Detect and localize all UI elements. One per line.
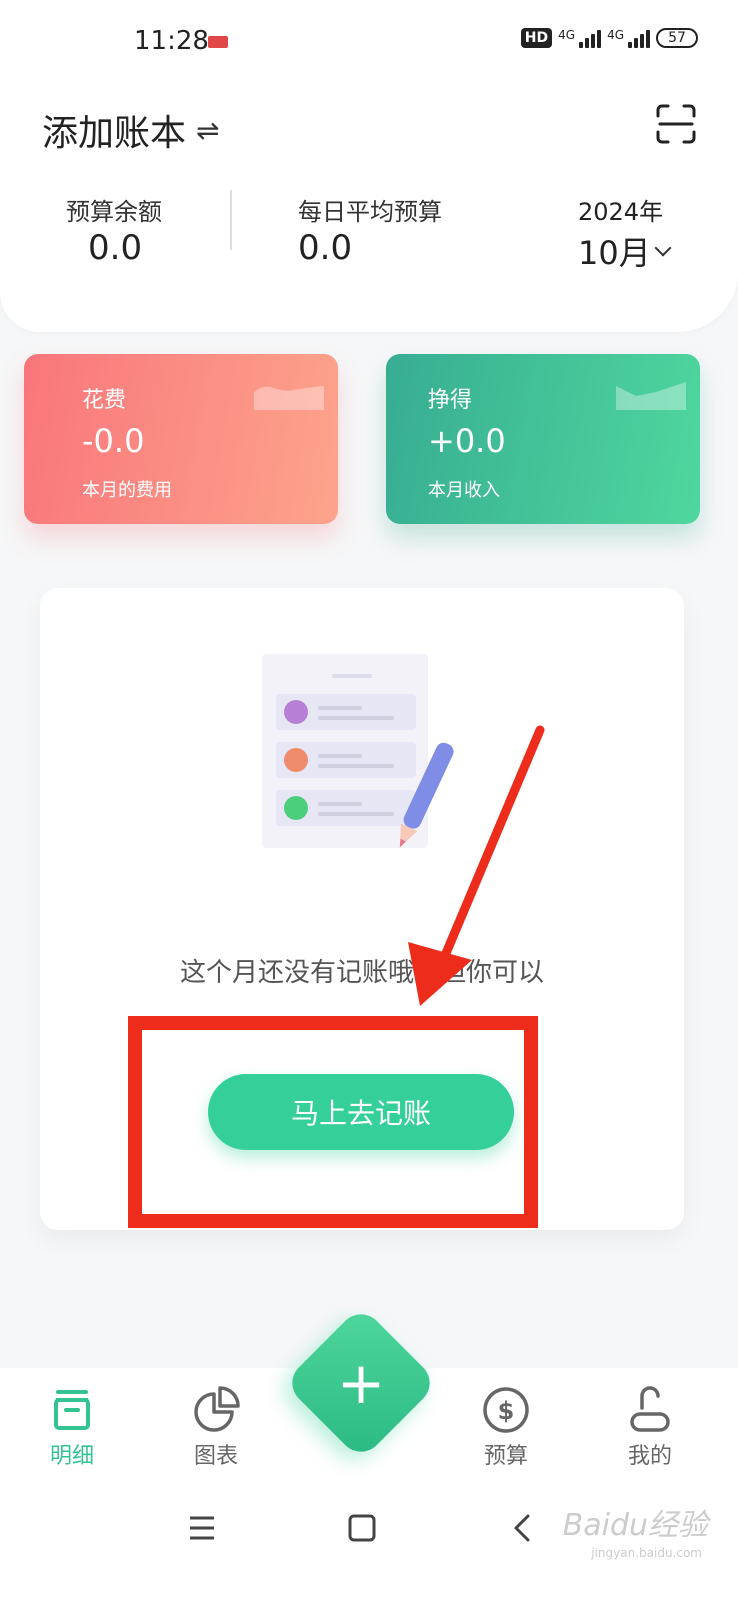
nav-item-charts[interactable]: 图表 (166, 1384, 266, 1470)
income-subtitle: 本月收入 (428, 480, 500, 501)
expense-value: -0.0 (82, 422, 145, 460)
network-label-2: 4G (607, 28, 624, 42)
daily-average-value: 0.0 (298, 228, 353, 268)
status-icons: HD 4G 4G 57 (520, 28, 698, 48)
back-icon[interactable] (502, 1508, 542, 1548)
income-card[interactable]: 挣得 +0.0 本月收入 (386, 354, 700, 524)
trend-wave-icon (616, 382, 686, 410)
daily-average-label: 每日平均预算 (298, 198, 442, 226)
svg-text:$: $ (498, 1397, 515, 1425)
notification-icon (208, 36, 228, 48)
nav-item-details[interactable]: 明细 (22, 1384, 122, 1470)
budget-balance-value: 0.0 (88, 228, 143, 268)
person-icon (630, 1386, 670, 1432)
income-value: +0.0 (428, 422, 506, 460)
swap-icon: ⇌ (196, 113, 220, 147)
expense-card[interactable]: 花费 -0.0 本月的费用 (24, 354, 338, 524)
plus-icon: + (336, 1349, 386, 1417)
year-label: 2024年 (578, 198, 664, 226)
dollar-icon: $ (483, 1387, 529, 1433)
month-picker[interactable]: 10月 (578, 228, 672, 274)
account-book-switcher[interactable]: 添加账本 ⇌ (42, 104, 219, 156)
inbox-icon (54, 1390, 90, 1430)
income-title: 挣得 (428, 388, 473, 413)
hd-icon: HD (520, 28, 553, 48)
expense-title: 花费 (82, 388, 127, 413)
annotation-arrow-icon (408, 725, 545, 1006)
nav-label-budget: 预算 (483, 1444, 528, 1469)
nav-item-mine[interactable]: 我的 (600, 1384, 700, 1470)
scan-icon[interactable] (656, 104, 696, 144)
signal-icon-2 (628, 28, 650, 48)
nav-item-budget[interactable]: $ 预算 (456, 1384, 556, 1470)
home-icon[interactable] (342, 1508, 382, 1548)
battery-icon: 57 (656, 28, 698, 48)
account-book-title: 添加账本 (42, 113, 187, 154)
nav-label-details: 明细 (49, 1444, 94, 1469)
expense-subtitle: 本月的费用 (82, 480, 172, 501)
nav-label-charts: 图表 (193, 1444, 238, 1469)
annotation-highlight-box (128, 1016, 538, 1228)
budget-balance-label: 预算余额 (66, 198, 162, 226)
month-label: 10月 (578, 234, 651, 272)
signal-icon-1 (579, 28, 602, 48)
watermark-url: jingyan.baidu.com (591, 1546, 702, 1560)
network-label-1: 4G (558, 28, 576, 42)
watermark: Baidu经验 (562, 1508, 708, 1543)
empty-state-message: 这个月还没有记账哦，但你可以 (179, 958, 544, 988)
trend-wave-icon (254, 386, 324, 410)
stat-divider (230, 190, 232, 250)
pie-chart-icon (194, 1386, 240, 1432)
status-time: 11:28 (134, 26, 209, 56)
chevron-down-icon (654, 239, 672, 257)
nav-label-mine: 我的 (627, 1444, 672, 1469)
menu-icon[interactable] (182, 1508, 222, 1548)
